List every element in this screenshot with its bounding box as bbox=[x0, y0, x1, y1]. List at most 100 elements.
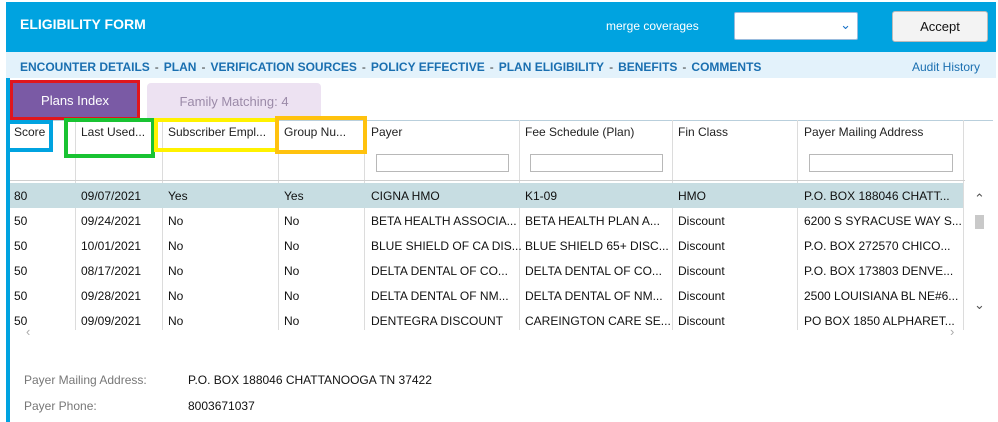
nav-separator: - bbox=[201, 60, 206, 74]
payer-cell: DENTEGRA DISCOUNT bbox=[371, 314, 504, 328]
table-row[interactable]: 50 08/17/2021 No No DELTA DENTAL OF CO... DEL… bbox=[10, 258, 963, 283]
nav-separator: - bbox=[489, 60, 494, 74]
nav-separator: - bbox=[682, 60, 687, 74]
column-header-last-used[interactable]: Last Used... bbox=[81, 125, 151, 139]
nav-link-encounter-details[interactable]: ENCOUNTER DETAILS bbox=[20, 60, 150, 74]
nav-link-comments[interactable]: COMMENTS bbox=[691, 60, 761, 74]
audit-history-link[interactable]: Audit History bbox=[912, 60, 980, 74]
table-row[interactable]: 50 09/09/2021 No No DENTEGRA DISCOUNT CAREING… bbox=[10, 308, 963, 329]
payer-mailing-address-cell: 6200 S SYRACUSE WAY S... bbox=[804, 214, 962, 228]
score-cell: 50 bbox=[14, 289, 28, 303]
score-cell: 50 bbox=[14, 314, 28, 328]
vertical-scrollbar[interactable]: ⌃ ⌄ bbox=[967, 185, 993, 325]
fin-class-cell: Discount bbox=[678, 289, 725, 303]
payer-mailing-address-label: Payer Mailing Address: bbox=[24, 373, 147, 387]
nav-separator: - bbox=[361, 60, 366, 74]
column-header-payer-mailing-address[interactable]: Payer Mailing Address bbox=[804, 125, 954, 139]
score-cell: 80 bbox=[14, 189, 28, 203]
payer-filter-input[interactable] bbox=[376, 154, 509, 172]
subscriber-employer-cell: No bbox=[168, 239, 184, 253]
fin-class-cell: Discount bbox=[678, 214, 725, 228]
merge-coverages-label: merge coverages bbox=[606, 19, 699, 33]
payer-mailing-address-filter-input[interactable] bbox=[809, 154, 953, 172]
score-cell: 50 bbox=[14, 239, 28, 253]
table-row[interactable]: 50 09/28/2021 No No DELTA DENTAL OF NM... DEL… bbox=[10, 283, 963, 308]
chevron-up-icon[interactable]: ⌃ bbox=[974, 191, 985, 207]
nav-link-plan[interactable]: PLAN bbox=[164, 60, 197, 74]
column-header-score[interactable]: Score bbox=[14, 125, 50, 139]
tab-family-matching[interactable]: Family Matching: 4 bbox=[147, 83, 321, 120]
header-bottom-border bbox=[10, 180, 965, 181]
fee-schedule-cell: K1-09 bbox=[525, 189, 558, 203]
group-number-cell: No bbox=[284, 239, 300, 253]
last-used-cell: 09/24/2021 bbox=[81, 214, 142, 228]
table-row[interactable]: 50 10/01/2021 No No BLUE SHIELD OF CA DIS...… bbox=[10, 233, 963, 258]
accept-button[interactable]: Accept bbox=[892, 11, 988, 42]
subscriber-employer-cell: Yes bbox=[168, 189, 188, 203]
group-number-cell: No bbox=[284, 264, 300, 278]
payer-mailing-address-cell: 2500 LOUISIANA BL NE#6... bbox=[804, 289, 959, 303]
nav-link-plan-eligibility[interactable]: PLAN ELIGIBILITY bbox=[499, 60, 604, 74]
fee-schedule-cell: CAREINGTON CARE SE... bbox=[525, 314, 671, 328]
last-used-cell: 09/09/2021 bbox=[81, 314, 142, 328]
group-number-cell: No bbox=[284, 289, 300, 303]
chevron-down-icon: ⌄ bbox=[840, 17, 851, 32]
page-title: ELIGIBILITY FORM bbox=[20, 16, 146, 32]
column-header-payer[interactable]: Payer bbox=[371, 125, 511, 139]
payer-cell: CIGNA HMO bbox=[371, 189, 440, 203]
fee-schedule-cell: BLUE SHIELD 65+ DISC... bbox=[525, 239, 669, 253]
column-header-group-number[interactable]: Group Nu... bbox=[284, 125, 360, 139]
nav-link-verification-sources[interactable]: VERIFICATION SOURCES bbox=[210, 60, 356, 74]
score-cell: 50 bbox=[14, 214, 28, 228]
merge-coverages-select[interactable]: ⌄ bbox=[734, 12, 858, 40]
section-nav-links: ENCOUNTER DETAILS - PLAN - VERIFICATION SOUR… bbox=[20, 60, 761, 74]
subscriber-employer-cell: No bbox=[168, 314, 184, 328]
header-bar: ELIGIBILITY FORM merge coverages ⌄ Accep… bbox=[6, 2, 996, 52]
payer-mailing-address-cell: P.O. BOX 272570 CHICO... bbox=[804, 239, 951, 253]
subscriber-employer-cell: No bbox=[168, 289, 184, 303]
column-header-fin-class[interactable]: Fin Class bbox=[678, 125, 788, 139]
last-used-cell: 10/01/2021 bbox=[81, 239, 142, 253]
group-number-cell: No bbox=[284, 214, 300, 228]
table-row[interactable]: 80 09/07/2021 Yes Yes CIGNA HMO K1-09 HMO P.O. … bbox=[10, 183, 963, 208]
column-separator bbox=[963, 120, 964, 330]
fin-class-cell: Discount bbox=[678, 314, 725, 328]
last-used-cell: 09/28/2021 bbox=[81, 289, 142, 303]
score-cell: 50 bbox=[14, 264, 28, 278]
fee-schedule-cell: DELTA DENTAL OF CO... bbox=[525, 264, 662, 278]
last-used-cell: 08/17/2021 bbox=[81, 264, 142, 278]
last-used-cell: 09/07/2021 bbox=[81, 189, 142, 203]
fin-class-cell: Discount bbox=[678, 264, 725, 278]
section-nav: ENCOUNTER DETAILS - PLAN - VERIFICATION SOUR… bbox=[6, 52, 996, 78]
payer-cell: DELTA DENTAL OF NM... bbox=[371, 289, 509, 303]
nav-link-benefits[interactable]: BENEFITS bbox=[618, 60, 677, 74]
scrollbar-thumb[interactable] bbox=[975, 215, 984, 229]
chevron-left-icon[interactable]: ‹ bbox=[26, 324, 30, 339]
subscriber-employer-cell: No bbox=[168, 264, 184, 278]
column-header-fee-schedule[interactable]: Fee Schedule (Plan) bbox=[525, 125, 665, 139]
payer-phone-label: Payer Phone: bbox=[24, 399, 97, 413]
payer-mailing-address-cell: P.O. BOX 188046 CHATT... bbox=[804, 189, 950, 203]
payer-phone-value: 8003671037 bbox=[188, 399, 255, 413]
selected-plan-details: Payer Mailing Address: P.O. BOX 188046 C… bbox=[10, 342, 993, 422]
payer-mailing-address-cell: PO BOX 1850 ALPHARET... bbox=[804, 314, 955, 328]
payer-mailing-address-cell: P.O. BOX 173803 DENVE... bbox=[804, 264, 954, 278]
chevron-down-icon[interactable]: ⌄ bbox=[974, 297, 985, 313]
fin-class-cell: HMO bbox=[678, 189, 706, 203]
nav-separator: - bbox=[609, 60, 614, 74]
fee-schedule-cell: BETA HEALTH PLAN A... bbox=[525, 214, 660, 228]
fin-class-cell: Discount bbox=[678, 239, 725, 253]
table-row[interactable]: 50 09/24/2021 No No BETA HEALTH ASSOCIA... BE… bbox=[10, 208, 963, 233]
tab-plans-index[interactable]: Plans Index bbox=[10, 80, 140, 120]
column-header-subscriber-employer[interactable]: Subscriber Empl... bbox=[168, 125, 274, 139]
payer-mailing-address-value: P.O. BOX 188046 CHATTANOOGA TN 37422 bbox=[188, 373, 432, 387]
fee-schedule-cell: DELTA DENTAL OF NM... bbox=[525, 289, 663, 303]
nav-link-policy-effective[interactable]: POLICY EFFECTIVE bbox=[371, 60, 485, 74]
chevron-right-icon[interactable]: › bbox=[950, 324, 954, 339]
nav-separator: - bbox=[154, 60, 159, 74]
payer-cell: DELTA DENTAL OF CO... bbox=[371, 264, 508, 278]
subscriber-employer-cell: No bbox=[168, 214, 184, 228]
fee-schedule-filter-input[interactable] bbox=[530, 154, 663, 172]
eligibility-form-window: ELIGIBILITY FORM merge coverages ⌄ Accep… bbox=[0, 0, 998, 422]
payer-cell: BETA HEALTH ASSOCIA... bbox=[371, 214, 517, 228]
